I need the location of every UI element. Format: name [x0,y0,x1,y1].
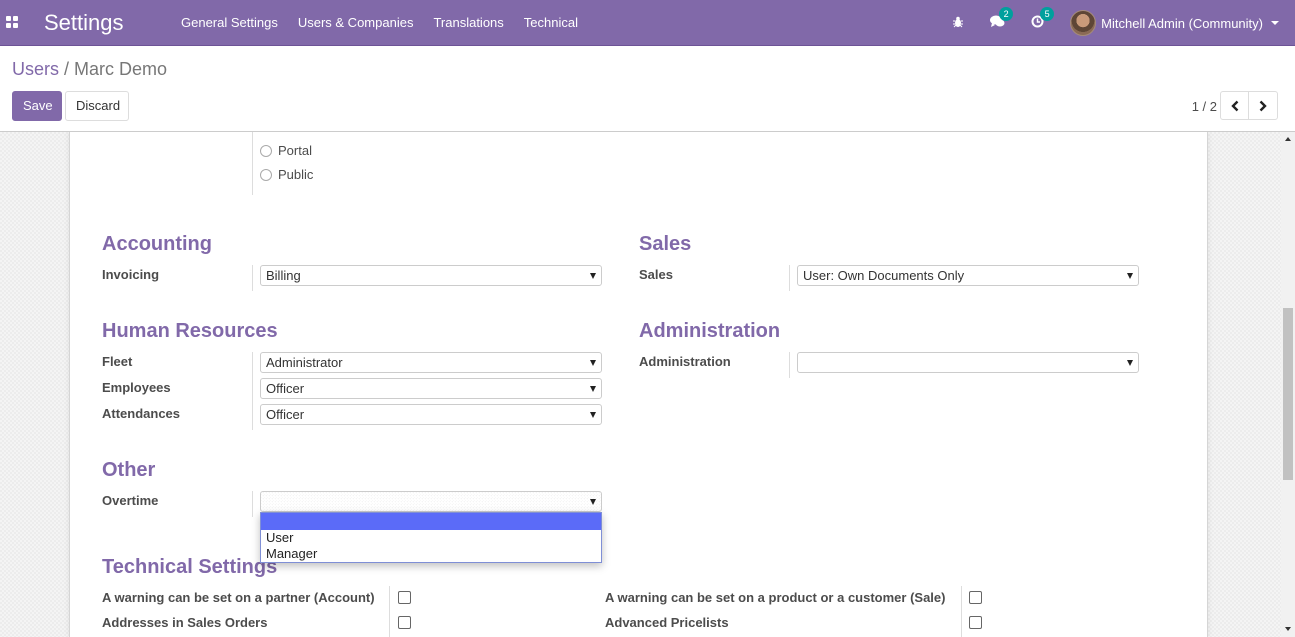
field-separator [252,491,253,517]
chevron-left-icon [1230,100,1238,111]
label-product-customer-warning: A warning can be set on a product or a c… [605,590,946,605]
menu-general-settings[interactable]: General Settings [171,15,288,30]
select-value: Officer [266,381,305,396]
checkbox-partner-warning[interactable] [398,591,411,604]
apps-menu-icon[interactable] [6,16,19,28]
select-employees[interactable]: Officer [260,378,602,399]
discard-button[interactable]: Discard [65,91,129,121]
radio-public[interactable]: Public [260,167,313,182]
scroll-up-arrow-icon[interactable] [1285,137,1291,141]
section-title-accounting: Accounting [102,233,212,255]
radio-label: Portal [278,143,312,158]
label-attendances: Attendances [102,406,181,421]
field-separator [252,132,253,195]
control-panel: Users / Marc Demo Save Discard 1 / 2 [0,46,1295,132]
systray: 2 5 Mitchell Admin (Community) [952,0,1295,46]
pager-previous-button[interactable] [1221,92,1249,119]
dropdown-option-manager[interactable]: Manager [261,546,601,562]
scrollbar-thumb[interactable] [1283,308,1293,480]
vertical-scrollbar[interactable] [1281,132,1295,637]
dropdown-arrow-icon [1127,273,1133,279]
radio-circle[interactable] [260,168,272,181]
debug-button[interactable] [952,15,964,31]
select-value: User: Own Documents Only [803,268,965,283]
pager-buttons [1220,91,1278,120]
label-fleet: Fleet [102,354,133,369]
dropdown-arrow-icon [590,273,596,279]
breadcrumb-users-link[interactable]: Users [12,59,59,79]
menu-technical[interactable]: Technical [514,15,588,30]
dropdown-arrow-icon [590,360,596,366]
caret-down-icon [1271,21,1279,25]
breadcrumb-separator: / [64,59,70,79]
field-separator [789,352,790,378]
select-overtime[interactable] [260,491,602,512]
activities-badge: 5 [1040,7,1055,21]
field-separator [961,586,962,637]
select-fleet[interactable]: Administrator [260,352,602,373]
field-separator [789,265,790,291]
label-addresses-sales-orders: Addresses in Sales Orders [102,615,268,630]
checkbox-advanced-pricelists[interactable] [969,616,982,629]
menu-translations[interactable]: Translations [423,15,513,30]
form-sheet: Portal Public Accounting Invoicing Billi… [69,132,1208,637]
overtime-dropdown-list: User Manager [260,512,602,563]
select-attendances[interactable]: Officer [260,404,602,425]
activities-button[interactable]: 5 [1031,7,1055,31]
messages-button[interactable]: 2 [990,7,1014,31]
breadcrumb-current: Marc Demo [74,59,168,79]
main-menu: General Settings Users & Companies Trans… [171,15,588,30]
dropdown-arrow-icon [590,386,596,392]
avatar [1070,10,1097,36]
label-employees: Employees [102,380,171,395]
pager-value: 1 / 2 [1191,99,1217,114]
radio-portal[interactable]: Portal [260,143,312,158]
menu-users-companies[interactable]: Users & Companies [288,15,424,30]
dropdown-arrow-icon [590,499,596,505]
label-administration: Administration [639,354,731,369]
select-value: Officer [266,407,305,422]
field-separator [252,352,253,430]
label-advanced-pricelists: Advanced Pricelists [605,615,729,630]
label-invoicing: Invoicing [102,267,160,282]
form-view-background: Portal Public Accounting Invoicing Billi… [0,132,1281,637]
dropdown-option-empty[interactable] [261,513,601,530]
top-navbar: Settings General Settings Users & Compan… [0,0,1295,46]
select-administration[interactable] [797,352,1139,373]
select-sales[interactable]: User: Own Documents Only [797,265,1139,286]
radio-label: Public [278,167,314,182]
section-title-human-resources: Human Resources [102,320,278,342]
radio-circle[interactable] [260,144,272,157]
section-title-administration: Administration [639,320,781,342]
checkbox-product-customer-warning[interactable] [969,591,982,604]
save-button[interactable]: Save [12,91,62,121]
dropdown-option-user[interactable]: User [261,530,601,546]
dropdown-arrow-icon [1127,360,1133,366]
scroll-down-arrow-icon[interactable] [1285,627,1291,631]
dropdown-arrow-icon [590,412,596,418]
messages-badge: 2 [999,7,1014,21]
chevron-right-icon [1259,100,1267,111]
section-title-sales: Sales [639,233,692,255]
select-value: Administrator [266,355,343,370]
breadcrumb: Users / Marc Demo [12,59,167,80]
label-overtime: Overtime [102,493,159,508]
user-name: Mitchell Admin (Community) [1101,15,1263,31]
bug-icon [953,16,964,28]
select-invoicing[interactable]: Billing [260,265,602,286]
user-menu[interactable]: Mitchell Admin (Community) [1070,10,1279,36]
pager-next-button[interactable] [1249,92,1277,119]
app-title: Settings [44,10,124,35]
field-separator [252,265,253,291]
label-partner-warning: A warning can be set on a partner (Accou… [102,590,375,605]
section-title-other: Other [102,459,156,481]
select-value: Billing [266,268,301,283]
label-sales: Sales [639,267,673,282]
field-separator [389,586,390,637]
section-title-technical-settings: Technical Settings [102,556,278,578]
checkbox-addresses-sales-orders[interactable] [398,616,411,629]
